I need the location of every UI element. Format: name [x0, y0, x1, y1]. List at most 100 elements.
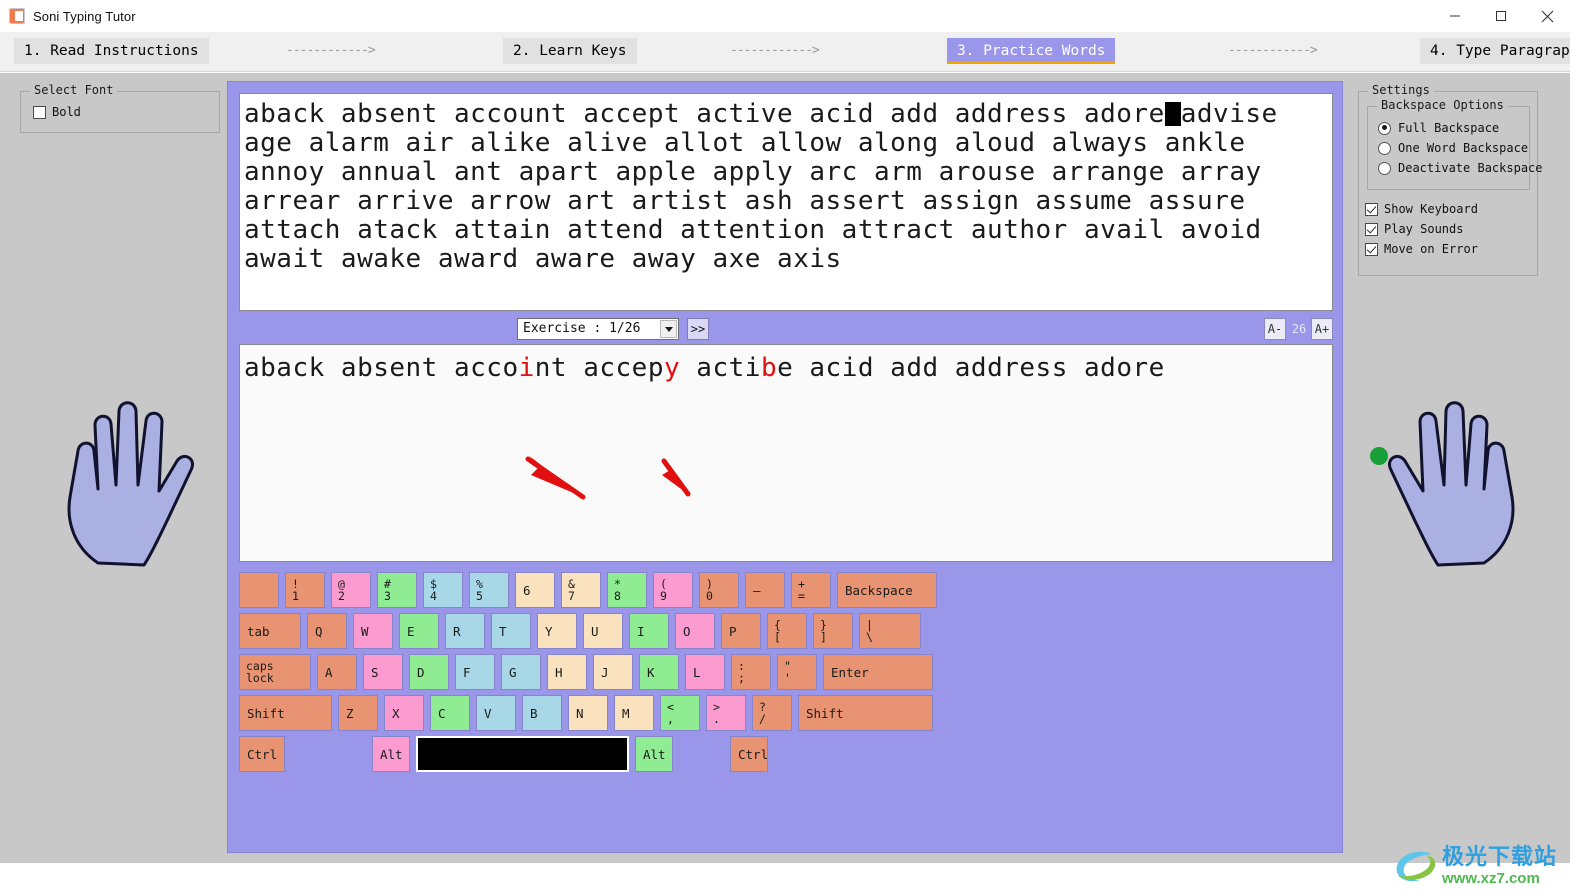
- next-exercise-button[interactable]: >>: [687, 318, 709, 340]
- key-b[interactable]: B: [522, 695, 562, 731]
- key-g[interactable]: G: [501, 654, 541, 690]
- key-h[interactable]: H: [547, 654, 587, 690]
- key-shift-left-label: Shift: [247, 705, 285, 721]
- key-backtick[interactable]: [239, 572, 279, 608]
- key-quote[interactable]: " ': [777, 654, 817, 690]
- key-q[interactable]: Q: [307, 613, 347, 649]
- key-z[interactable]: Z: [338, 695, 378, 731]
- key-backspace[interactable]: Backspace: [837, 572, 937, 608]
- key-9[interactable]: ( 9: [653, 572, 693, 608]
- typed-seg-0: aback absent acco: [244, 353, 519, 383]
- key-2-label: @ 2: [338, 577, 345, 603]
- key-w[interactable]: W: [353, 613, 393, 649]
- key-e[interactable]: E: [399, 613, 439, 649]
- key-ctrl-left[interactable]: Ctrl: [239, 736, 285, 772]
- key-c[interactable]: C: [430, 695, 470, 731]
- checkbox-show-keyboard[interactable]: Show Keyboard: [1365, 202, 1537, 216]
- tab-read-instructions[interactable]: 1. Read Instructions: [14, 38, 209, 64]
- key-s[interactable]: S: [363, 654, 403, 690]
- key-o[interactable]: O: [675, 613, 715, 649]
- radio-one-word-backspace-dot[interactable]: [1378, 141, 1391, 155]
- key-r[interactable]: R: [445, 613, 485, 649]
- key-enter[interactable]: Enter: [823, 654, 933, 690]
- key-alt-left-label: Alt: [380, 746, 403, 762]
- key-tab[interactable]: tab: [239, 613, 301, 649]
- radio-deactivate-backspace[interactable]: Deactivate Backspace: [1378, 161, 1543, 175]
- tab-practice-words[interactable]: 3. Practice Words: [947, 38, 1116, 64]
- maximize-icon[interactable]: [1478, 0, 1524, 32]
- key-1[interactable]: ! 1: [285, 572, 325, 608]
- radio-one-word-backspace[interactable]: One Word Backspace: [1378, 141, 1529, 155]
- key-k[interactable]: K: [639, 654, 679, 690]
- key-bracket-right-label: } ]: [820, 618, 827, 644]
- key-0[interactable]: ) 0: [699, 572, 739, 608]
- word-line-1-text: aback absent account accept active acid …: [244, 99, 1165, 129]
- key-shift-right[interactable]: Shift: [798, 695, 933, 731]
- font-decrease-button[interactable]: A-: [1264, 318, 1286, 340]
- nav-arrow-2: ------------>: [730, 43, 820, 58]
- key-u[interactable]: U: [583, 613, 623, 649]
- key-n[interactable]: N: [568, 695, 608, 731]
- key-t[interactable]: T: [491, 613, 531, 649]
- key-bracket-right[interactable]: } ]: [813, 613, 853, 649]
- checkbox-move-on-error-label: Move on Error: [1384, 242, 1478, 256]
- settings-title: Settings: [1368, 83, 1434, 97]
- key-j-label: J: [601, 664, 609, 680]
- key-5[interactable]: % 5: [469, 572, 509, 608]
- exercise-select[interactable]: Exercise : 1/26: [517, 318, 679, 340]
- tab-learn-keys[interactable]: 2. Learn Keys: [503, 38, 637, 64]
- key-shift-left[interactable]: Shift: [239, 695, 332, 731]
- exercise-toolbar: Exercise : 1/26 >> A- 26 A+: [239, 316, 1333, 344]
- key-comma[interactable]: < ,: [660, 695, 700, 731]
- radio-deactivate-backspace-dot[interactable]: [1378, 161, 1391, 175]
- bold-checkbox-box[interactable]: [33, 105, 46, 119]
- key-d[interactable]: D: [409, 654, 449, 690]
- key-3[interactable]: # 3: [377, 572, 417, 608]
- chevron-down-icon[interactable]: [660, 320, 677, 338]
- practice-panel: aback absent account accept active acid …: [227, 81, 1343, 853]
- key-slash[interactable]: ? /: [752, 695, 792, 731]
- key-period[interactable]: > .: [706, 695, 746, 731]
- key-j[interactable]: J: [593, 654, 633, 690]
- key-minus[interactable]: –: [745, 572, 785, 608]
- key-alt-left[interactable]: Alt: [372, 736, 410, 772]
- checkbox-play-sounds-box[interactable]: [1365, 222, 1378, 236]
- key-2[interactable]: @ 2: [331, 572, 371, 608]
- window-title: Soni Typing Tutor: [33, 8, 136, 24]
- key-6[interactable]: 6: [515, 572, 555, 608]
- key-l[interactable]: L: [685, 654, 725, 690]
- key-i[interactable]: I: [629, 613, 669, 649]
- key-a[interactable]: A: [317, 654, 357, 690]
- key-ctrl-right[interactable]: Ctrl: [730, 736, 768, 772]
- key-m[interactable]: M: [614, 695, 654, 731]
- key-alt-right[interactable]: Alt: [635, 736, 673, 772]
- bold-checkbox[interactable]: Bold: [33, 105, 219, 119]
- typing-input-area[interactable]: aback absent accoint accepy actibe acid …: [239, 344, 1333, 562]
- close-icon[interactable]: [1524, 0, 1570, 32]
- key-caps-lock[interactable]: caps lock: [239, 654, 311, 690]
- key-8[interactable]: * 8: [607, 572, 647, 608]
- minimize-icon[interactable]: [1432, 0, 1478, 32]
- checkbox-show-keyboard-box[interactable]: [1365, 202, 1378, 216]
- key-v[interactable]: V: [476, 695, 516, 731]
- key-bracket-left[interactable]: { [: [767, 613, 807, 649]
- checkbox-move-on-error-box[interactable]: [1365, 242, 1378, 256]
- key-y[interactable]: Y: [537, 613, 577, 649]
- key-equals[interactable]: + =: [791, 572, 831, 608]
- key-ctrl-right-label: Ctrl: [738, 746, 769, 762]
- key-f[interactable]: F: [455, 654, 495, 690]
- tab-type-paragraphs[interactable]: 4. Type Paragraphs: [1420, 38, 1570, 64]
- key-semicolon[interactable]: : ;: [731, 654, 771, 690]
- checkbox-play-sounds[interactable]: Play Sounds: [1365, 222, 1537, 236]
- key-4[interactable]: $ 4: [423, 572, 463, 608]
- key-7[interactable]: & 7: [561, 572, 601, 608]
- checkbox-move-on-error[interactable]: Move on Error: [1365, 242, 1537, 256]
- key-space[interactable]: [416, 736, 629, 772]
- key-x[interactable]: X: [384, 695, 424, 731]
- key-backslash[interactable]: | \: [859, 613, 921, 649]
- radio-full-backspace[interactable]: Full Backspace: [1378, 121, 1529, 135]
- radio-full-backspace-dot[interactable]: [1378, 121, 1391, 135]
- font-increase-button[interactable]: A+: [1311, 318, 1333, 340]
- key-p[interactable]: P: [721, 613, 761, 649]
- key-n-label: N: [576, 705, 584, 721]
